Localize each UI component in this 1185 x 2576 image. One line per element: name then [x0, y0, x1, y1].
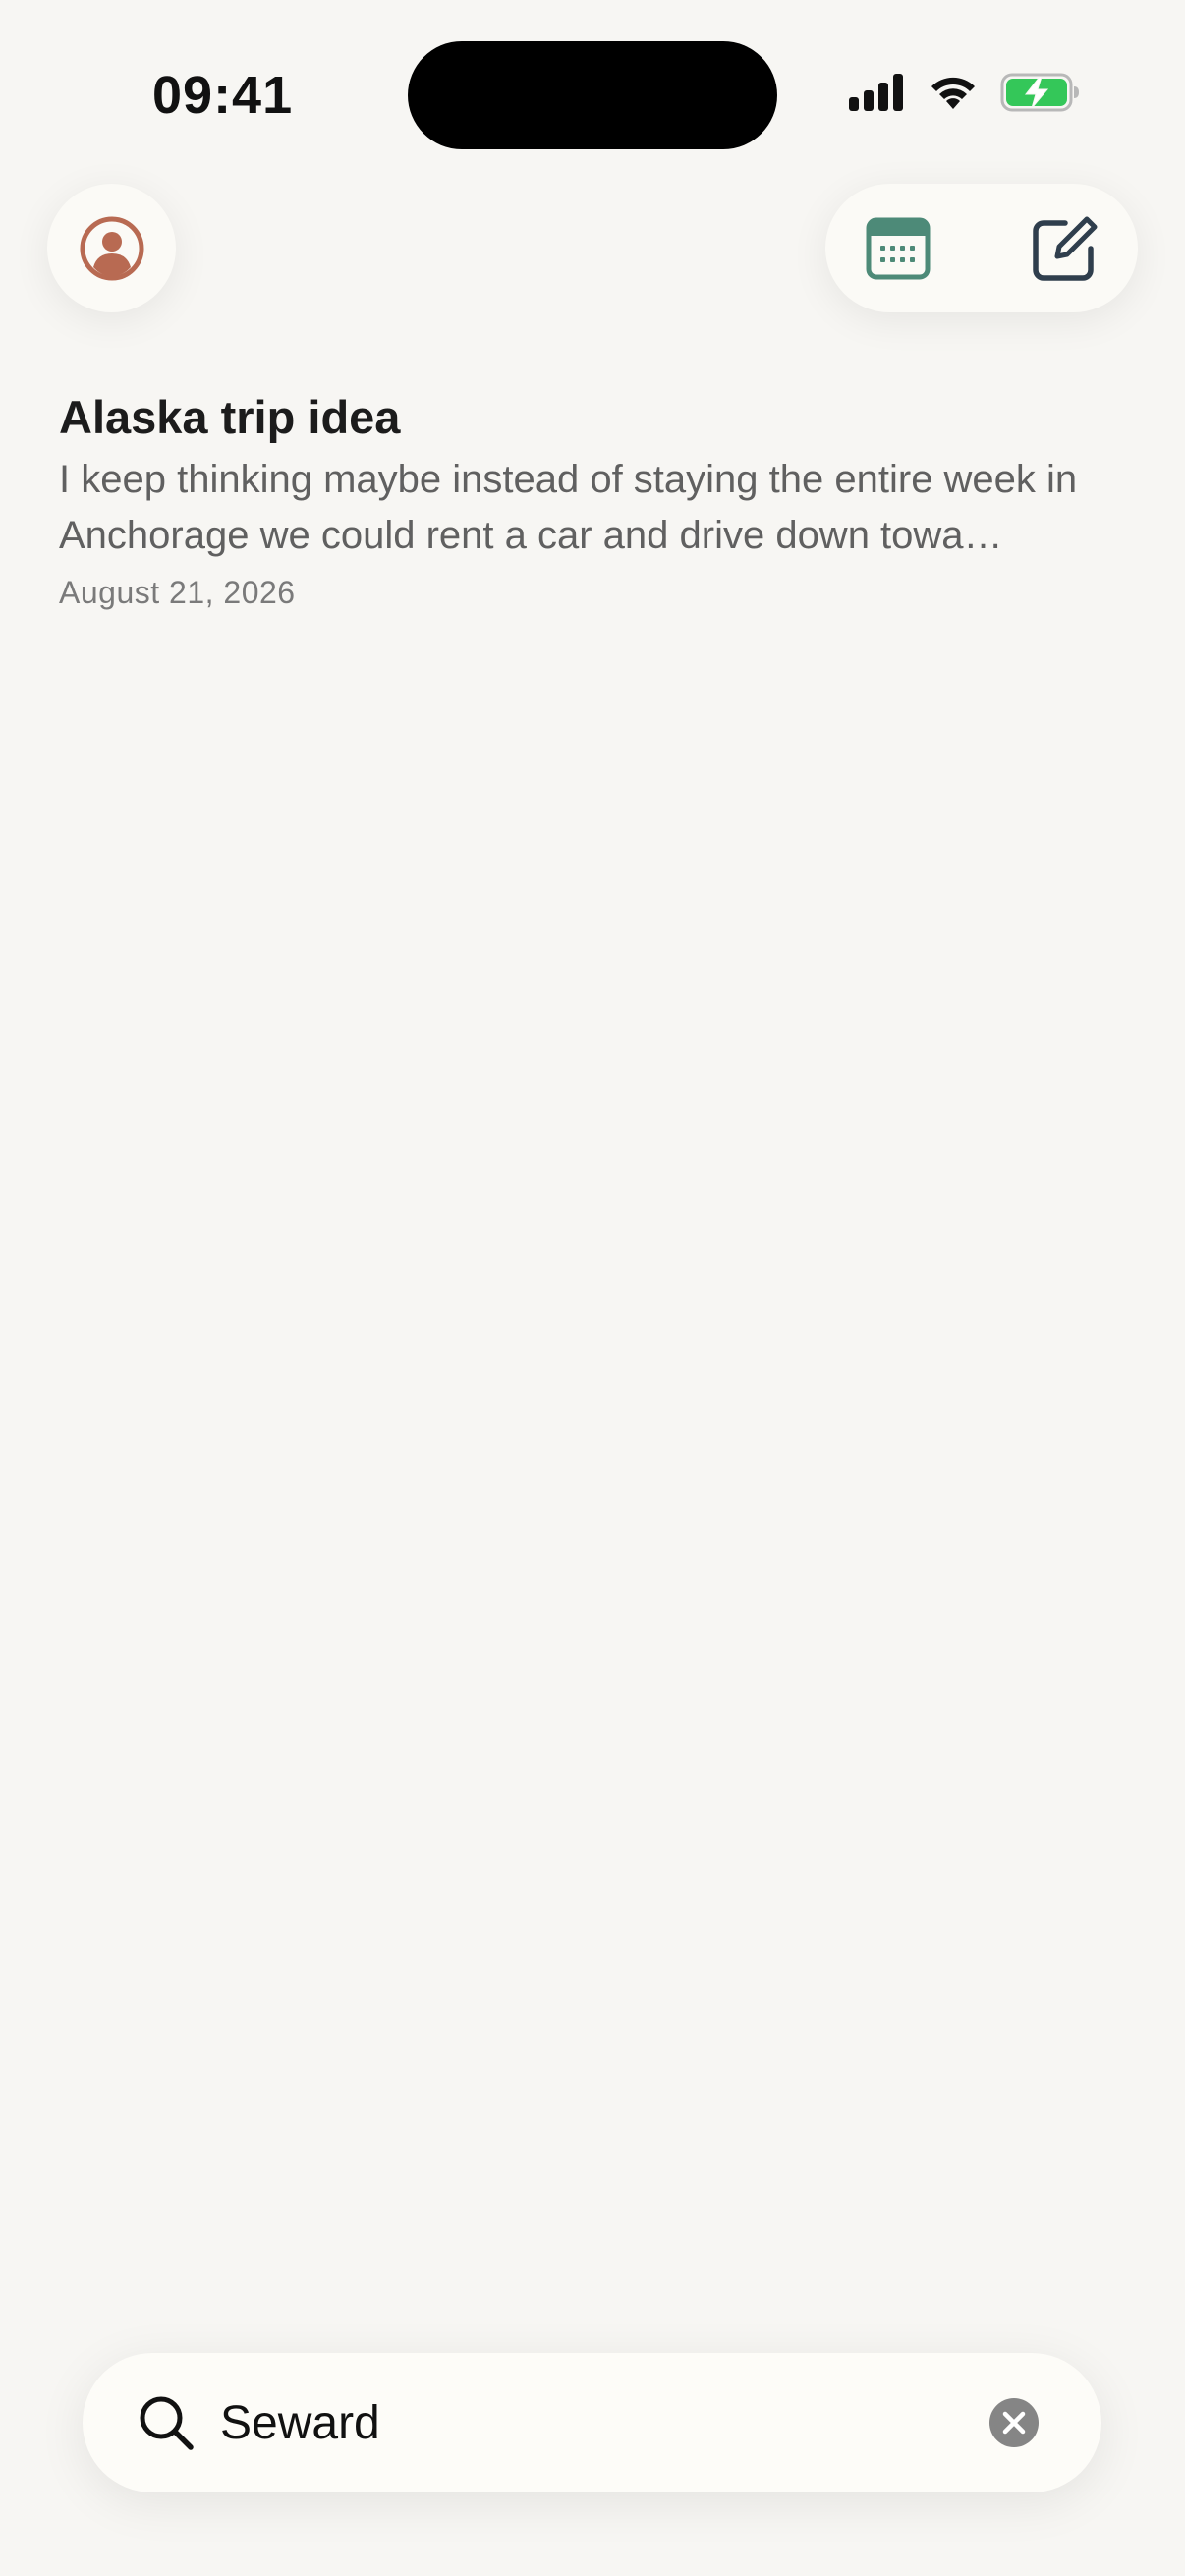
person-icon: [80, 216, 143, 280]
cellular-signal-icon: [849, 74, 903, 111]
clear-icon[interactable]: [989, 2398, 1039, 2447]
note-preview: I keep thinking maybe instead of staying…: [59, 458, 1078, 557]
header-actions: [825, 184, 1138, 312]
status-time: 09:41: [152, 66, 294, 125]
compose-icon: [1033, 216, 1098, 281]
note-date: August 21, 2026: [59, 575, 296, 610]
calendar-icon: [866, 217, 931, 280]
note-title: Alaska trip idea: [59, 391, 401, 443]
calendar-button[interactable]: [851, 201, 945, 296]
note-list-item[interactable]: Alaska trip idea I keep thinking maybe i…: [59, 385, 1130, 613]
search-input[interactable]: [220, 2382, 1026, 2463]
status-bar: 09:41: [0, 0, 1185, 187]
wifi-icon: [931, 77, 975, 109]
dynamic-island: [408, 41, 777, 149]
status-icons: [849, 73, 1081, 112]
search-icon: [140, 2396, 194, 2450]
compose-button[interactable]: [1018, 201, 1112, 296]
search-bar: [83, 2353, 1101, 2492]
battery-charging-icon: [1000, 73, 1079, 112]
profile-button[interactable]: [47, 184, 176, 312]
